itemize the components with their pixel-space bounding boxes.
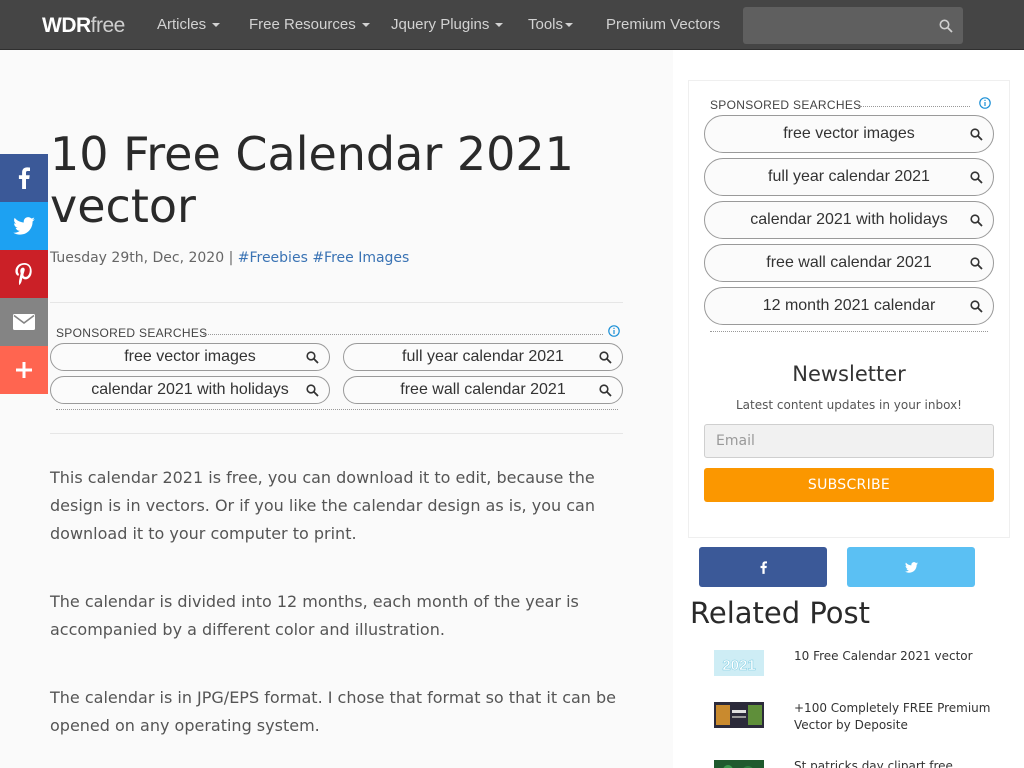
subscribe-button[interactable]: SUBSCRIBE (704, 468, 994, 502)
sponsored-search-pill[interactable]: full year calendar 2021 (343, 343, 623, 371)
pill-label: free vector images (124, 348, 256, 365)
sponsored-searches-label: SPONSORED SEARCHES (56, 326, 208, 340)
newsletter-title: Newsletter (792, 362, 906, 386)
facebook-follow-button[interactable] (699, 547, 827, 587)
sponsored-search-pill[interactable]: calendar 2021 with holidays (50, 376, 330, 404)
chevron-down-icon (565, 23, 574, 28)
search-icon (970, 214, 983, 227)
search-icon (970, 128, 983, 141)
article-paragraph: This calendar 2021 is free, you can down… (50, 468, 595, 543)
email-icon (13, 314, 35, 330)
page-title: 10 Free Calendar 2021 vector (50, 127, 574, 233)
related-post-title[interactable]: +100 Completely FREE Premium Vector by D… (794, 700, 994, 734)
pill-label: free wall calendar 2021 (766, 254, 932, 271)
info-icon[interactable] (608, 325, 620, 337)
nav-item-label: Premium Vectors (606, 16, 721, 33)
nav-item-label: Free Resources (249, 16, 356, 33)
post-date: Tuesday 29th, Dec, 2020 (50, 250, 225, 266)
sponsored-searches-label: SPONSORED SEARCHES (710, 98, 862, 112)
post-thumbnail[interactable] (714, 702, 764, 728)
logo-text-bold: WDR (42, 14, 91, 37)
email-placeholder: Email (716, 433, 755, 449)
sponsored-search-pill[interactable]: full year calendar 2021 (704, 158, 994, 196)
tag-link-free-images[interactable]: #Free Images (312, 250, 409, 266)
pinterest-icon (15, 263, 32, 285)
search-input[interactable] (743, 7, 963, 44)
share-bar (0, 154, 48, 394)
article-paragraph: The calendar is divided into 12 months, … (50, 592, 579, 639)
facebook-icon (18, 167, 30, 189)
twitter-follow-button[interactable] (847, 547, 975, 587)
top-navbar: WDRfree Articles Free Resources Jquery P… (0, 0, 1024, 50)
share-facebook-button[interactable] (0, 154, 48, 202)
chevron-down-icon (495, 23, 504, 28)
pill-label: calendar 2021 with holidays (91, 381, 289, 398)
nav-item-free-resources[interactable]: Free Resources (249, 16, 370, 33)
newsletter-subtitle: Latest content updates in your inbox! (736, 398, 962, 412)
divider (50, 433, 623, 434)
nav-item-tools[interactable]: Tools (528, 16, 574, 33)
dotted-separator (858, 106, 970, 107)
logo-text-light: free (90, 14, 126, 37)
post-meta: Tuesday 29th, Dec, 2020 | #Freebies #Fre… (50, 250, 409, 266)
related-post-title[interactable]: 10 Free Calendar 2021 vector (794, 648, 994, 665)
share-more-button[interactable] (0, 346, 48, 394)
email-field[interactable]: Email (704, 424, 994, 458)
search-icon (970, 300, 983, 313)
pill-label: full year calendar 2021 (402, 348, 564, 365)
nav-item-premium-vectors[interactable]: Premium Vectors (606, 16, 720, 33)
search-icon (970, 171, 983, 184)
sponsored-search-pill[interactable]: calendar 2021 with holidays (704, 201, 994, 239)
post-thumbnail[interactable]: 2021 (714, 650, 764, 676)
search-icon (599, 351, 612, 364)
dotted-separator (56, 409, 618, 410)
plus-icon (16, 362, 32, 378)
share-pinterest-button[interactable] (0, 250, 48, 298)
divider (50, 302, 623, 303)
search-icon (970, 257, 983, 270)
sponsored-search-pill[interactable]: free wall calendar 2021 (343, 376, 623, 404)
search-icon (599, 384, 612, 397)
chevron-down-icon (361, 23, 370, 28)
chevron-down-icon (212, 23, 221, 28)
pill-label: calendar 2021 with holidays (750, 211, 948, 228)
sponsored-search-pill[interactable]: free vector images (704, 115, 994, 153)
share-email-button[interactable] (0, 298, 48, 346)
twitter-icon (13, 217, 35, 235)
article-paragraph: The calendar is in JPG/EPS format. I cho… (50, 688, 617, 735)
subscribe-label: SUBSCRIBE (807, 477, 891, 493)
nav-item-label: Tools (528, 16, 564, 33)
pill-label: full year calendar 2021 (768, 168, 930, 185)
related-post-title[interactable]: St patricks day clipart free (794, 758, 994, 768)
share-twitter-button[interactable] (0, 202, 48, 250)
sponsored-search-pill[interactable]: free wall calendar 2021 (704, 244, 994, 282)
pill-label: free vector images (783, 125, 915, 142)
sponsored-search-pill[interactable]: 12 month 2021 calendar (704, 287, 994, 325)
dotted-separator (203, 334, 603, 335)
nav-item-articles[interactable]: Articles (157, 16, 221, 33)
pill-label: 12 month 2021 calendar (762, 297, 936, 314)
search-icon (306, 384, 319, 397)
facebook-icon (760, 560, 767, 574)
twitter-icon (904, 561, 918, 573)
search-icon[interactable] (939, 19, 953, 33)
dotted-separator (710, 331, 988, 332)
search-icon (306, 351, 319, 364)
svg-text:2021: 2021 (722, 657, 755, 674)
site-logo[interactable]: WDRfree (42, 14, 125, 38)
tag-link-freebies[interactable]: #Freebies (238, 250, 308, 266)
nav-item-jquery-plugins[interactable]: Jquery Plugins (391, 16, 504, 33)
nav-item-label: Jquery Plugins (391, 16, 490, 33)
info-icon[interactable] (979, 97, 991, 109)
meta-separator: | (228, 250, 234, 266)
post-thumbnail[interactable] (714, 760, 764, 768)
nav-item-label: Articles (157, 16, 207, 33)
sponsored-search-pill[interactable]: free vector images (50, 343, 330, 371)
pill-label: free wall calendar 2021 (400, 381, 566, 398)
related-post-heading: Related Post (690, 596, 871, 630)
